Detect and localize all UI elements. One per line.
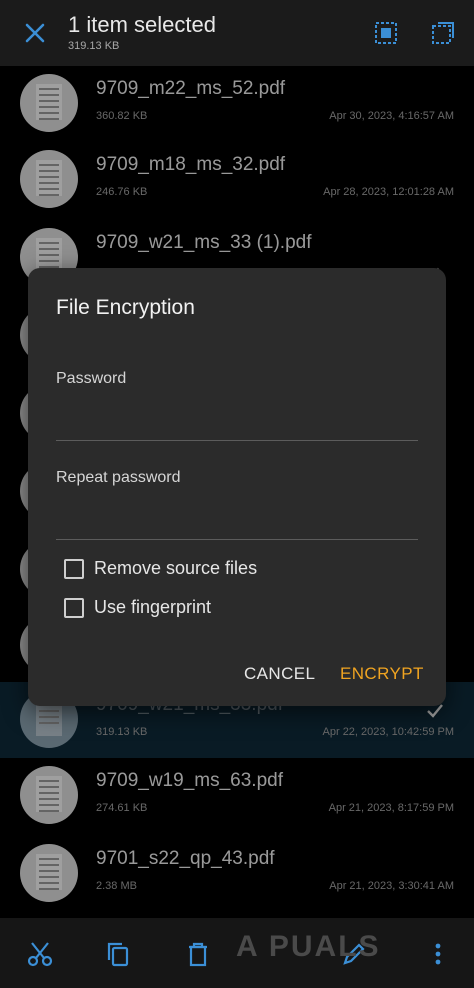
select-inverse-icon[interactable] xyxy=(430,20,456,46)
encrypt-button[interactable]: ENCRYPT xyxy=(340,664,424,684)
watermark-logo: A PUALS xyxy=(236,930,381,963)
password-field[interactable] xyxy=(56,412,418,441)
cut-icon[interactable] xyxy=(26,940,54,968)
repeat-password-label: Repeat password xyxy=(56,469,181,486)
file-encryption-dialog: File Encryption Password Repeat password… xyxy=(28,268,446,706)
copy-icon[interactable] xyxy=(104,940,132,968)
repeat-password-field[interactable] xyxy=(56,511,418,540)
delete-icon[interactable] xyxy=(184,940,212,968)
selection-title: 1 item selected xyxy=(68,12,216,37)
dialog-title: File Encryption xyxy=(56,296,195,319)
select-all-icon[interactable] xyxy=(373,20,399,46)
remove-source-checkbox[interactable] xyxy=(64,559,84,579)
cancel-button[interactable]: CANCEL xyxy=(244,664,315,684)
remove-source-label[interactable]: Remove source files xyxy=(94,558,257,579)
use-fingerprint-checkbox[interactable] xyxy=(64,598,84,618)
close-icon[interactable] xyxy=(22,20,48,46)
selection-toolbar: 1 item selected 319.13 KB xyxy=(0,0,474,66)
use-fingerprint-label[interactable]: Use fingerprint xyxy=(94,597,211,618)
more-icon[interactable] xyxy=(424,940,452,968)
selection-size: 319.13 KB xyxy=(68,40,120,52)
password-label: Password xyxy=(56,370,127,387)
